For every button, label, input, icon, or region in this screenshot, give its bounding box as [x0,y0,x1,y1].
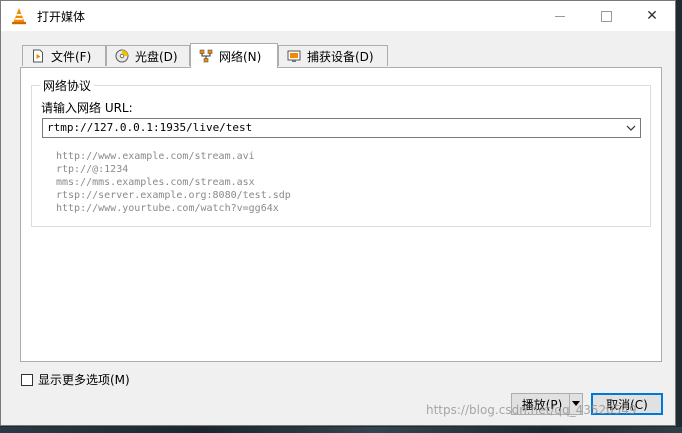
url-example: http://www.example.com/stream.avi [56,151,255,162]
url-example: rtsp://server.example.org:8080/test.sdp [56,190,291,201]
url-example: mms://mms.examples.com/stream.asx [56,177,255,188]
maximize-button[interactable] [583,1,629,31]
url-combobox[interactable] [42,118,641,138]
tab-disc[interactable]: 光盘(D) [106,45,190,66]
open-media-dialog: 打开媒体 ✕ 文件(F) 光盘(D) 网络(N) 捕获设备(D) 网络协议 请输… [0,0,676,426]
more-options-label: 显示更多选项(M) [38,373,130,387]
network-protocol-group: 网络协议 请输入网络 URL: http://www.example.com/s… [31,77,651,227]
tab-disc-label: 光盘(D) [135,49,178,64]
url-input[interactable] [43,119,613,137]
tab-network-label: 网络(N) [219,49,262,64]
tab-file[interactable]: 文件(F) [22,45,106,66]
vlc-cone-icon [12,8,26,25]
network-icon [199,49,213,63]
watermark: https://blog.csdn.net/qq_43520549 [426,403,637,417]
title-bar[interactable]: 打开媒体 ✕ [1,1,675,31]
minimize-icon [555,15,565,17]
dialog-content: 文件(F) 光盘(D) 网络(N) 捕获设备(D) 网络协议 请输入网络 URL… [1,31,675,425]
close-icon: ✕ [646,8,658,24]
network-tab-panel: 网络协议 请输入网络 URL: http://www.example.com/s… [20,67,662,362]
url-label: 请输入网络 URL: [41,101,133,115]
maximize-icon [600,10,612,22]
tab-network[interactable]: 网络(N) [190,43,278,68]
tab-capture-device-label: 捕获设备(D) [307,49,374,64]
file-icon [33,49,43,63]
tab-file-label: 文件(F) [51,49,92,64]
url-example: rtp://@:1234 [56,164,129,175]
url-examples: http://www.example.com/stream.avi rtp://… [56,150,291,215]
close-button[interactable]: ✕ [629,1,675,31]
group-title: 网络协议 [40,77,95,94]
desktop-background [0,427,682,433]
tab-capture-device[interactable]: 捕获设备(D) [278,45,388,66]
url-example: http://www.yourtube.com/watch?v=gg64x [56,203,279,214]
capture-device-icon [287,50,301,62]
minimize-button[interactable] [537,1,583,31]
window-title: 打开媒体 [37,10,86,24]
chevron-down-icon[interactable] [625,122,637,134]
disc-icon [115,49,129,63]
more-options[interactable]: 显示更多选项(M) [21,371,130,388]
more-options-checkbox[interactable] [21,373,33,386]
